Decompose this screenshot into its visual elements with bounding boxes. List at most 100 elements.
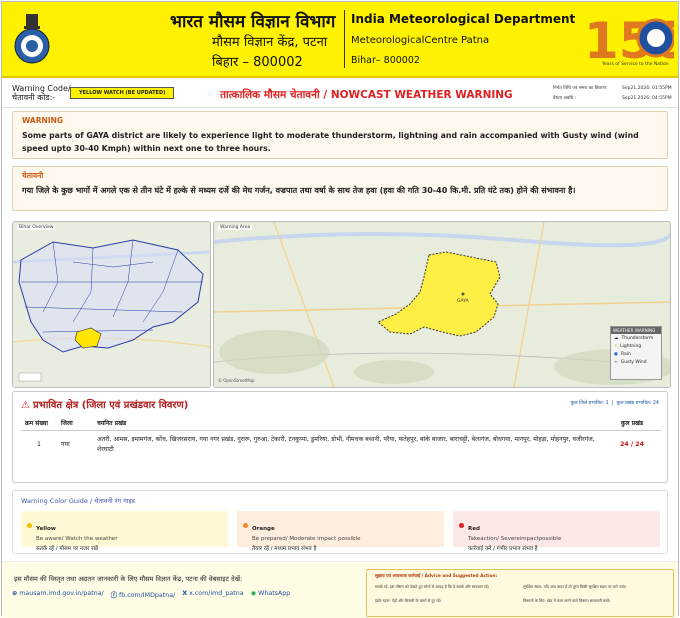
red-en: Takeaction/ Severeimpactpossible bbox=[468, 536, 562, 542]
english-dept-title: India Meteorological Department bbox=[351, 12, 576, 26]
affected-areas-panel: ⚠ प्रभावित क्षेत्र (जिला एवं प्रखंडवार वि… bbox=[12, 391, 668, 483]
warning-code-hi: चेतावनी कोड:- bbox=[12, 93, 56, 102]
legend-rain-label: Rain bbox=[620, 351, 631, 357]
warning-english-title: WARNING bbox=[22, 116, 64, 125]
svg-text:GAYA: GAYA bbox=[457, 298, 470, 304]
whatsapp-link[interactable]: ◉ WhatsApp bbox=[251, 590, 291, 599]
legend-gusty-wind: ≈ Gusty Wind bbox=[611, 358, 661, 366]
x-icon: X bbox=[182, 590, 188, 597]
advice-item: सुरक्षित स्थान: यदि आप बाहर हैं तो तुरंत… bbox=[523, 584, 627, 589]
english-address: Bihar– 800002 bbox=[351, 55, 420, 66]
color-guide-title: Warning Color Guide / चेतावनी रंग गाइड bbox=[21, 497, 136, 505]
website-link-text: mausam.imd.gov.in/patna/ bbox=[19, 590, 104, 597]
overview-map-canvas bbox=[13, 222, 210, 387]
map-legend: WEATHER WARNING ☁ Thunderstorm ⚡ Lightning… bbox=[610, 326, 662, 380]
facebook-link[interactable]: ⓕ fb.com/IMDpatna/ bbox=[111, 590, 176, 599]
yellow-hi: सतर्क रहें / मौसम पर नजर रखें bbox=[36, 546, 98, 552]
hindi-centre-name: मौसम विज्ञान केंद्र, पटना bbox=[212, 35, 328, 50]
warning-hindi-box: चेतावनी गया जिले के कुछ भागों में अगले ए… bbox=[12, 166, 668, 211]
warning-english-box: WARNING Some parts of GAYA district are … bbox=[12, 111, 668, 159]
legend-wind-label: Gusty Wind bbox=[620, 359, 647, 365]
row-blocks: अतरी, आमस, इमामगंज, कोंच, खिजरसराय, गया … bbox=[97, 436, 595, 453]
orange-hi: तैयार रहें / मध्यम प्रभाव संभव है bbox=[252, 546, 317, 552]
website-link[interactable]: ⊕ mausam.imd.gov.in/patna/ bbox=[12, 590, 104, 599]
col-serial: क्रम संख्या bbox=[21, 416, 57, 431]
col-blocks: चयनित प्रखंड bbox=[93, 416, 603, 431]
hindi-dept-title: भारत मौसम विज्ञान विभाग bbox=[170, 12, 336, 32]
footer-text: इस मौसम की विस्तृत तथा अद्यतन जानकारी के… bbox=[14, 575, 243, 583]
valid-value: Sep21,2026: 04:55PM bbox=[622, 96, 672, 101]
districts-count: कुल जिले प्रभावित: 1 bbox=[570, 401, 609, 406]
color-guide: Warning Color Guide / चेतावनी रंग गाइड Y… bbox=[12, 490, 668, 554]
header-divider bbox=[344, 10, 345, 68]
col-total: कुल प्रखंड bbox=[603, 416, 661, 431]
advice-item: इंडोर रहना: पेड़ों और बिजली के खंभों से … bbox=[375, 598, 442, 603]
advice-item: किसानों के लिए: खेत में काम करने वाले कि… bbox=[523, 598, 611, 603]
warning-code-label: Warning Code/ चेतावनी कोड:- bbox=[12, 84, 71, 102]
svg-text:© OpenStreetMap: © OpenStreetMap bbox=[218, 378, 255, 383]
table-row: 1 गया अतरी, आमस, इमामगंज, कोंच, खिजरसराय… bbox=[21, 431, 661, 460]
orange-en: Be prepared/ Moderate impact possible bbox=[252, 536, 361, 542]
col-district: जिला bbox=[57, 416, 93, 431]
warning-area-map[interactable]: GAYA © OpenStreetMap Warning Area WEATHE… bbox=[213, 221, 671, 388]
whatsapp-icon: ◉ bbox=[250, 590, 257, 597]
warning-english-body: Some parts of GAYA district are likely t… bbox=[22, 131, 639, 153]
overview-map-title: Bihar Overview bbox=[17, 225, 56, 230]
legend-rain: ● Rain bbox=[611, 350, 661, 358]
table-header-row: क्रम संख्या जिला चयनित प्रखंड कुल प्रखंड bbox=[21, 416, 661, 431]
legend-thunderstorm: ☁ Thunderstorm bbox=[611, 334, 661, 342]
imd-emblem-icon bbox=[14, 14, 50, 64]
footer-links: ⊕ mausam.imd.gov.in/patna/ ⓕ fb.com/IMDp… bbox=[12, 590, 290, 599]
facebook-link-text: fb.com/IMDpatna/ bbox=[119, 592, 176, 599]
bihar-overview-map[interactable]: Bihar Overview bbox=[12, 221, 211, 388]
issued-value: Sep21,2026: 01:55PM bbox=[622, 86, 672, 91]
warning-bar: Warning Code/ चेतावनी कोड:- YELLOW WATCH… bbox=[2, 79, 678, 108]
legend-thunderstorm-label: Thunderstorm bbox=[621, 335, 654, 341]
legend-lightning-label: Lightning bbox=[620, 343, 642, 349]
rain-icon: ● bbox=[614, 351, 618, 357]
nowcast-title: तात्कालिक मौसम चेतावनी / NOWCAST WEATHER… bbox=[220, 89, 513, 101]
red-dot-icon bbox=[459, 523, 464, 528]
row-total: 24 / 24 bbox=[620, 441, 644, 448]
english-centre-name: MeteorologicalCentre Patna bbox=[351, 35, 490, 46]
lightning-icon: ⚡ bbox=[614, 343, 618, 349]
issued-labels: निर्गत तिथि एवं समय का विवरण: वैधता अवधि… bbox=[553, 84, 607, 104]
affected-count: कुल जिले प्रभावित: 1 | कुल प्रखंड प्रभाव… bbox=[570, 401, 659, 406]
advice-title: सुझाव एवं आवश्यक कार्रवाई / Advice and S… bbox=[375, 574, 498, 579]
advice-box: सुझाव एवं आवश्यक कार्रवाई / Advice and S… bbox=[366, 569, 674, 617]
affected-table: क्रम संख्या जिला चयनित प्रखंड कुल प्रखंड… bbox=[21, 416, 661, 459]
yellow-name: Yellow bbox=[36, 526, 56, 532]
red-hi: कार्रवाई करें / गंभीर प्रभाव संभव है bbox=[468, 546, 538, 552]
row-serial: 1 bbox=[37, 441, 41, 448]
imd-150-years-logo: 150 bbox=[584, 12, 674, 70]
legend-lightning: ⚡ Lightning bbox=[611, 342, 661, 350]
issued-values: Sep21,2026: 01:55PM Sep21,2026: 04:55PM bbox=[622, 84, 672, 104]
footer: इस मौसम की विस्तृत तथा अद्यतन जानकारी के… bbox=[2, 561, 678, 618]
guide-card-orange: Orange Be prepared/ Moderate impact poss… bbox=[237, 511, 444, 552]
logo-caption: Years of Service to the Nation bbox=[602, 62, 669, 67]
whatsapp-link-text: WhatsApp bbox=[258, 590, 291, 597]
valid-label: वैधता अवधि : bbox=[553, 96, 577, 101]
affected-areas-title: ⚠ प्रभावित क्षेत्र (जिला एवं प्रखंडवार वि… bbox=[21, 397, 188, 411]
thunderstorm-icon: ☁ bbox=[614, 335, 619, 341]
advice-item: सतर्क रहें: इस मौसम को देखते हुए लोगों स… bbox=[375, 584, 490, 589]
red-name: Red bbox=[468, 526, 480, 532]
alert-icon: ⚠ bbox=[21, 400, 30, 411]
legend-title: WEATHER WARNING bbox=[611, 327, 661, 334]
orange-name: Orange bbox=[252, 526, 275, 532]
warning-bulletin: भारत मौसम विज्ञान विभाग मौसम विज्ञान कें… bbox=[1, 1, 679, 618]
wind-icon: ≈ bbox=[614, 359, 618, 365]
warning-code-en: Warning Code/ bbox=[12, 84, 71, 93]
yellow-dot-icon bbox=[27, 523, 32, 528]
hindi-address: बिहार – 800002 bbox=[212, 55, 303, 70]
warning-hindi-title: चेतावनी bbox=[22, 171, 44, 180]
header: भारत मौसम विज्ञान विभाग मौसम विज्ञान कें… bbox=[2, 2, 678, 78]
globe-icon: ⊕ bbox=[12, 590, 18, 597]
blocks-count: कुल प्रखंड प्रभावित: 24 bbox=[616, 401, 659, 406]
affected-title-text: प्रभावित क्षेत्र (जिला एवं प्रखंडवार विव… bbox=[32, 400, 189, 411]
x-link[interactable]: X x.com/imd_patna bbox=[182, 590, 243, 599]
warning-map-title: Warning Area bbox=[218, 225, 253, 230]
yellow-en: Be aware/ Watch the weather bbox=[36, 536, 118, 542]
warning-hindi-body: गया जिले के कुछ भागों में अगले एक से तीन… bbox=[22, 186, 576, 195]
warning-map-canvas: GAYA © OpenStreetMap bbox=[214, 222, 670, 387]
